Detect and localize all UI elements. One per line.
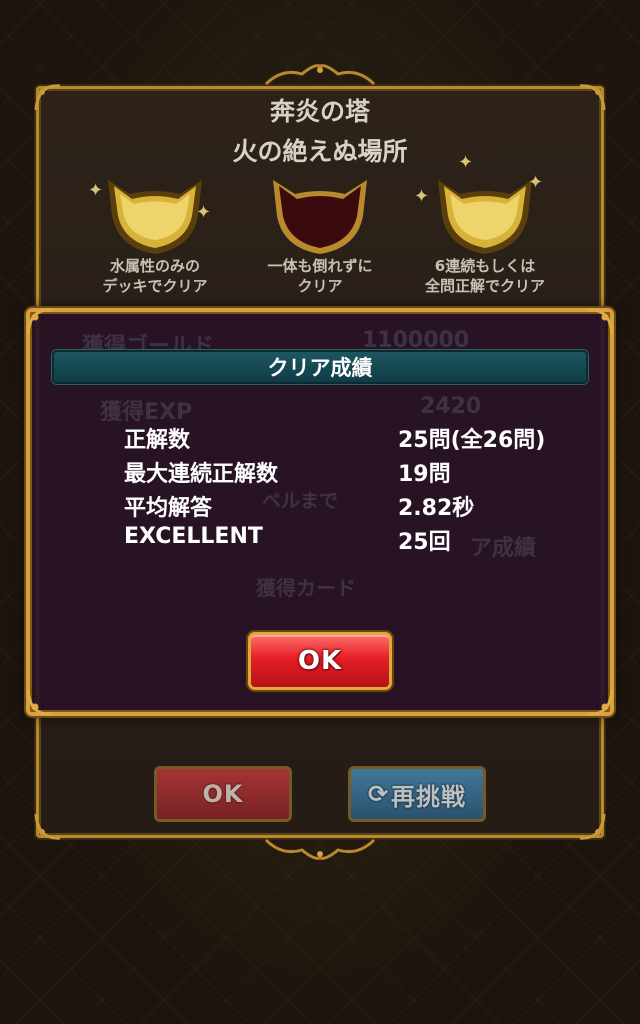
frame-ornament-top (264, 64, 376, 86)
stage-name: 奔炎の塔 (269, 97, 370, 126)
stat-label-avg-time: 平均解答 (124, 496, 213, 521)
dialog-ok-button[interactable]: OK (248, 632, 392, 690)
refresh-icon: ⟳ (367, 780, 390, 808)
level-text-behind: ベルまで (262, 490, 339, 512)
corner-ornament (579, 813, 606, 840)
retry-button[interactable]: ⟳ 再挑戦 (348, 766, 486, 822)
stat-value-avg-time: 2.82秒 (398, 496, 475, 521)
stat-value-correct: 25問(全26問) (398, 428, 546, 453)
corner-ornament (26, 308, 53, 335)
stat-value-excellent: 25回 (398, 530, 451, 555)
back-ok-button[interactable]: OK (154, 766, 292, 822)
frame-ornament-bottom (264, 838, 376, 860)
corner-ornament (34, 813, 61, 840)
sparkle-icon: ✦ (414, 186, 430, 207)
medal-condition: 6連続もしくは 全問正解でクリア (424, 257, 545, 295)
stage-subtitle: 火の絶えぬ場所 (232, 137, 408, 166)
medal-condition: 一体も倒れずに クリア (267, 257, 373, 295)
sparkle-icon: ✦ (196, 202, 212, 223)
clear-record-link-behind: ア成績 (470, 536, 537, 561)
retry-label: 再挑戦 (391, 782, 467, 811)
sparkle-icon: ✦ (458, 152, 474, 173)
cat-medal-empty-icon (273, 180, 367, 254)
stat-label-excellent: EXCELLENT (124, 524, 263, 549)
stat-label-correct: 正解数 (124, 428, 191, 453)
exp-value-behind: 2420 (420, 394, 482, 419)
sparkle-icon: ✦ (528, 172, 544, 193)
stat-value-max-combo: 19問 (398, 462, 451, 487)
corner-ornament (587, 689, 614, 716)
stat-label-max-combo: 最大連続正解数 (124, 462, 279, 487)
medal-condition: 水属性のみの デッキでクリア (102, 257, 208, 295)
corner-ornament (587, 308, 614, 335)
sparkle-icon: ✦ (88, 180, 104, 201)
dialog-title: クリア成績 (52, 350, 588, 384)
cat-medal-gold-icon (438, 180, 532, 254)
corner-ornament (26, 689, 53, 716)
cat-medal-gold-icon (108, 180, 202, 254)
cards-header-behind: 獲得カード (256, 576, 356, 600)
